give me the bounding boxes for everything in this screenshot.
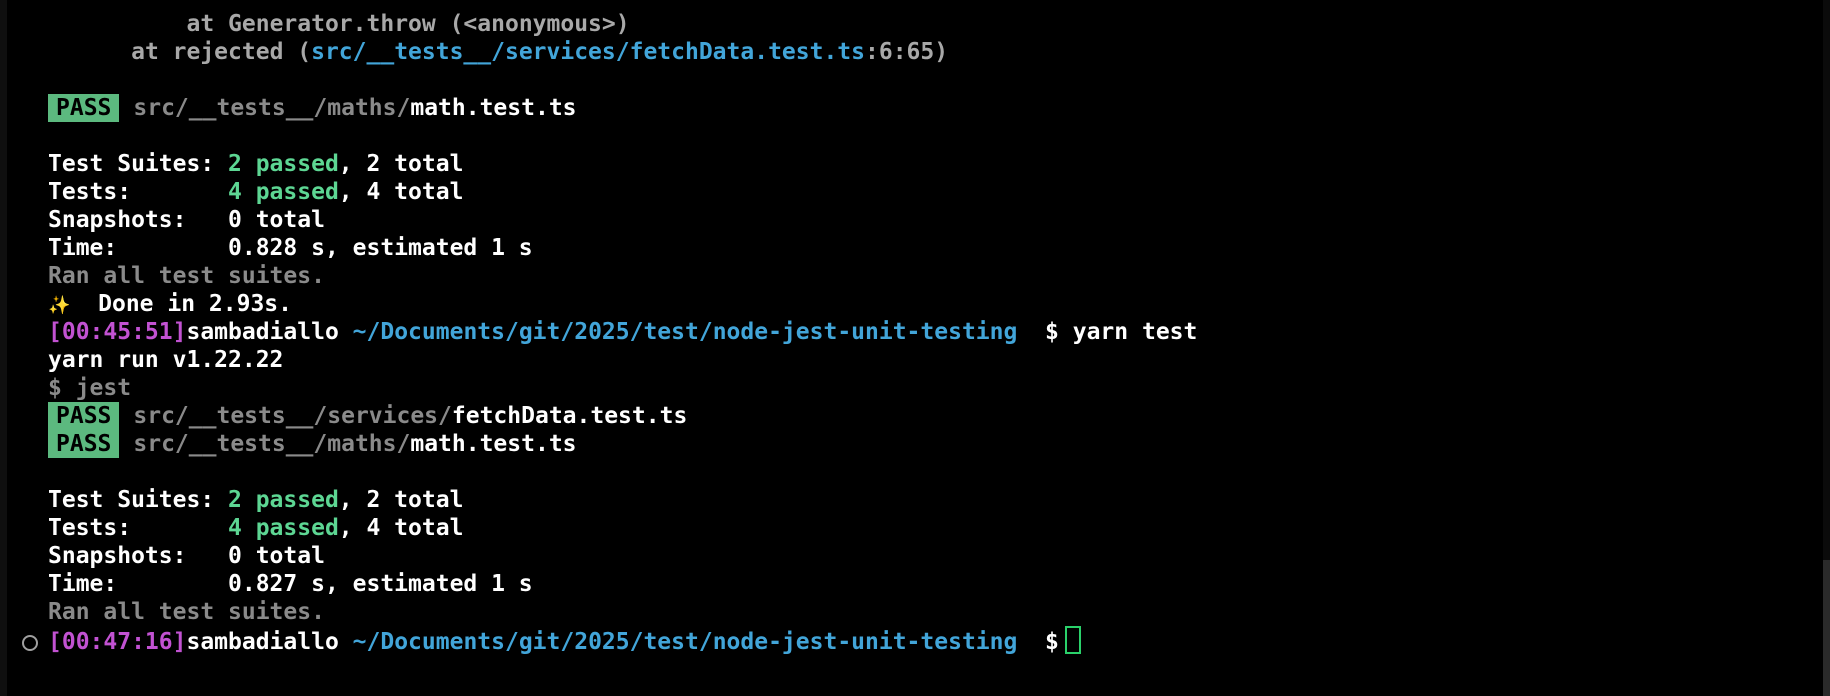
stack-path-link[interactable]: src/__tests__/services/fetchData.test.ts xyxy=(311,39,865,65)
suites-label: Test Suites: xyxy=(48,487,229,513)
test-file-dir: src/__tests__/services/ xyxy=(133,403,452,429)
jest-command-line: $ jest xyxy=(48,375,132,401)
run2-snapshots-line: Snapshots: 0 total xyxy=(48,543,325,569)
suites-total: , 2 total xyxy=(338,487,464,513)
yarn-version-line: yarn run v1.22.22 xyxy=(48,347,284,373)
stack-text-1: at Generator.throw (<anonymous>) xyxy=(186,11,630,37)
test-file-dir: src/__tests__/maths/ xyxy=(133,95,411,121)
pass-badge: PASS xyxy=(48,402,120,430)
suites-label: Test Suites: xyxy=(48,151,229,177)
run2-pass-line-2: PASS src/__tests__/maths/math.test.ts xyxy=(48,430,1197,458)
run2-pass-line-1: PASS src/__tests__/services/fetchData.tes… xyxy=(48,402,1197,430)
prompt-timestamp: [00:45:51] xyxy=(48,319,187,345)
tests-passed: 4 passed xyxy=(228,179,339,205)
prompt-line-1: [00:45:51]sambadiallo ~/Documents/git/20… xyxy=(48,318,1197,346)
prompt-line-2[interactable]: [00:47:16]sambadiallo ~/Documents/git/20… xyxy=(48,626,1197,655)
run2-tests-line: Tests: 4 passed, 4 total xyxy=(48,514,1197,542)
run1-time-line: Time: 0.828 s, estimated 1 s xyxy=(48,235,533,261)
suites-passed: 2 passed xyxy=(228,487,339,513)
terminal-output: at Generator.throw (<anonymous>) at reje… xyxy=(48,10,1197,655)
stack-position: :6:65) xyxy=(865,39,949,65)
tests-total: , 4 total xyxy=(338,179,464,205)
prompt-dollar: $ xyxy=(1045,629,1059,655)
cursor-block[interactable] xyxy=(1064,626,1081,654)
test-file-dir: src/__tests__/maths/ xyxy=(133,431,411,457)
tests-label: Tests: xyxy=(48,179,229,205)
prompt-path: ~/Documents/git/2025/test/node-jest-unit… xyxy=(352,629,1018,655)
test-file-name: fetchData.test.ts xyxy=(451,403,688,429)
run2-suites-line: Test Suites: 2 passed, 2 total xyxy=(48,486,1197,514)
run1-suites-line: Test Suites: 2 passed, 2 total xyxy=(48,150,1197,178)
scrollbar-track[interactable] xyxy=(1823,0,1830,696)
test-file-name: math.test.ts xyxy=(410,431,577,457)
test-file-name: math.test.ts xyxy=(410,95,577,121)
suites-passed: 2 passed xyxy=(228,151,339,177)
pass-badge: PASS xyxy=(48,94,120,122)
prompt-command: $ yarn test xyxy=(1045,319,1198,345)
run1-tests-line: Tests: 4 passed, 4 total xyxy=(48,178,1197,206)
run2-ran-all-line: Ran all test suites. xyxy=(48,599,325,625)
pass-badge: PASS xyxy=(48,430,120,458)
command-marker-icon[interactable] xyxy=(22,635,38,651)
run1-ran-all-line: Ran all test suites. xyxy=(48,263,325,289)
run1-pass-line: PASS src/__tests__/maths/math.test.ts xyxy=(48,94,1197,122)
tests-total: , 4 total xyxy=(338,515,464,541)
left-edge xyxy=(0,0,7,696)
scrollbar-thumb[interactable] xyxy=(1823,560,1830,696)
run2-time-line: Time: 0.827 s, estimated 1 s xyxy=(48,571,533,597)
run1-snapshots-line: Snapshots: 0 total xyxy=(48,207,325,233)
sparkle-icon: ✨ xyxy=(48,295,71,316)
prompt-timestamp: [00:47:16] xyxy=(48,629,187,655)
terminal-window[interactable]: at Generator.throw (<anonymous>) at reje… xyxy=(0,0,1830,696)
run1-done-line: ✨ Done in 2.93s. xyxy=(48,290,1197,318)
suites-total: , 2 total xyxy=(338,151,464,177)
tests-label: Tests: xyxy=(48,515,229,541)
prompt-user: sambadiallo xyxy=(186,629,339,655)
prompt-user: sambadiallo xyxy=(186,319,339,345)
stack-line-1: at Generator.throw (<anonymous>) xyxy=(48,10,1197,38)
stack-prefix: at rejected ( xyxy=(131,39,312,65)
done-text: Done in 2.93s. xyxy=(98,291,292,317)
stack-line-2: at rejected (src/__tests__/services/fetc… xyxy=(48,38,1197,66)
prompt-path: ~/Documents/git/2025/test/node-jest-unit… xyxy=(352,319,1018,345)
tests-passed: 4 passed xyxy=(228,515,339,541)
